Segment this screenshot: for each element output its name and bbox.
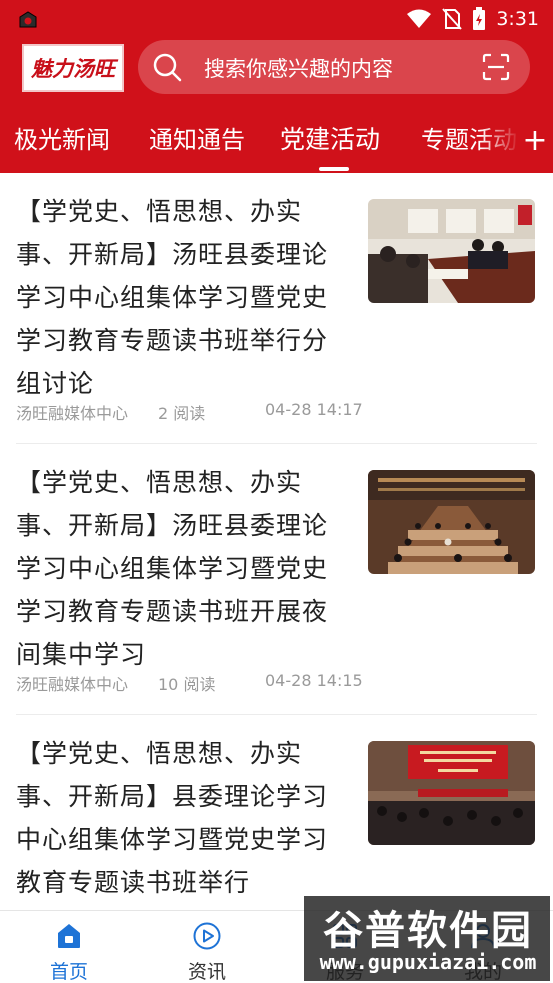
news-list: 【学党史、悟思想、办实事、开新局】汤旺县委理论学习中心组集体学习暨党史学习教育专… xyxy=(0,173,553,910)
scan-icon[interactable] xyxy=(482,53,510,81)
news-thumbnail xyxy=(368,741,535,845)
news-title: 【学党史、悟思想、办实事、开新局】汤旺县委理论学习中心组集体学习暨党史学习教育专… xyxy=(16,468,329,669)
nav-home-label: 首页 xyxy=(49,961,88,983)
news-item[interactable]: 【学党史、悟思想、办实事、开新局】汤旺县委理论学习中心组集体学习暨党史学习教育专… xyxy=(0,173,553,444)
news-meta: 汤旺融媒体中心 10 阅读 04-28 14:15 xyxy=(16,671,363,694)
watermark-title: 谷普软件园 xyxy=(323,908,533,954)
tab-notices[interactable]: 通知通告 xyxy=(149,120,245,155)
news-read-count: 2 阅读 xyxy=(158,404,206,423)
play-circle-icon xyxy=(193,922,221,950)
watermark-url: www.gupuxiazai.com xyxy=(319,950,537,974)
nav-news-label: 资讯 xyxy=(187,961,226,983)
news-title: 【学党史、悟思想、办实事、开新局】汤旺县委理论学习中心组集体学习暨党史学习教育专… xyxy=(16,197,329,398)
news-thumbnail xyxy=(368,199,535,303)
site-watermark: 谷普软件园 www.gupuxiazai.com xyxy=(304,896,550,981)
no-sim-icon xyxy=(442,8,463,30)
search-bar[interactable]: 搜索你感兴趣的内容 xyxy=(138,40,530,94)
status-time: 3:31 xyxy=(496,8,539,30)
active-tab-indicator xyxy=(319,167,349,171)
nav-news[interactable]: 资讯 xyxy=(152,911,262,983)
search-icon xyxy=(153,53,182,82)
app-logo[interactable]: 魅力汤旺 xyxy=(22,44,124,92)
news-time: 04-28 14:17 xyxy=(265,400,363,419)
news-title: 【学党史、悟思想、办实事、开新局】县委理论学习中心组集体学习暨党史学习教育专题读… xyxy=(16,739,329,897)
category-tabs: 极光新闻 通知通告 党建活动 专题活动 + xyxy=(0,108,553,173)
news-time: 04-28 14:15 xyxy=(265,671,363,690)
news-source: 汤旺融媒体中心 xyxy=(16,675,129,694)
app-notification-icon xyxy=(19,11,37,28)
search-placeholder: 搜索你感兴趣的内容 xyxy=(204,57,393,81)
news-item[interactable]: 【学党史、悟思想、办实事、开新局】县委理论学习中心组集体学习暨党史学习教育专题读… xyxy=(0,715,553,910)
news-read-count: 10 阅读 xyxy=(158,675,216,694)
home-icon xyxy=(58,924,80,948)
tab-fade xyxy=(480,108,520,168)
battery-icon xyxy=(473,7,486,30)
tab-aurora-news[interactable]: 极光新闻 xyxy=(14,120,110,155)
add-tab-button[interactable]: + xyxy=(520,118,550,164)
wifi-icon xyxy=(407,9,432,28)
logo-text: 魅力汤旺 xyxy=(31,56,115,81)
tab-party-activities[interactable]: 党建活动 xyxy=(280,120,380,156)
news-meta: 汤旺融媒体中心 2 阅读 04-28 14:17 xyxy=(16,400,363,423)
status-bar: 3:31 xyxy=(0,0,553,38)
news-thumbnail xyxy=(368,470,535,574)
nav-home[interactable]: 首页 xyxy=(14,911,124,983)
news-item[interactable]: 【学党史、悟思想、办实事、开新局】汤旺县委理论学习中心组集体学习暨党史学习教育专… xyxy=(0,444,553,715)
app-header: 3:31 魅力汤旺 搜索你感兴趣的内容 极光新闻 通知通告 党建活动 专题活动 … xyxy=(0,0,553,173)
news-source: 汤旺融媒体中心 xyxy=(16,404,129,423)
